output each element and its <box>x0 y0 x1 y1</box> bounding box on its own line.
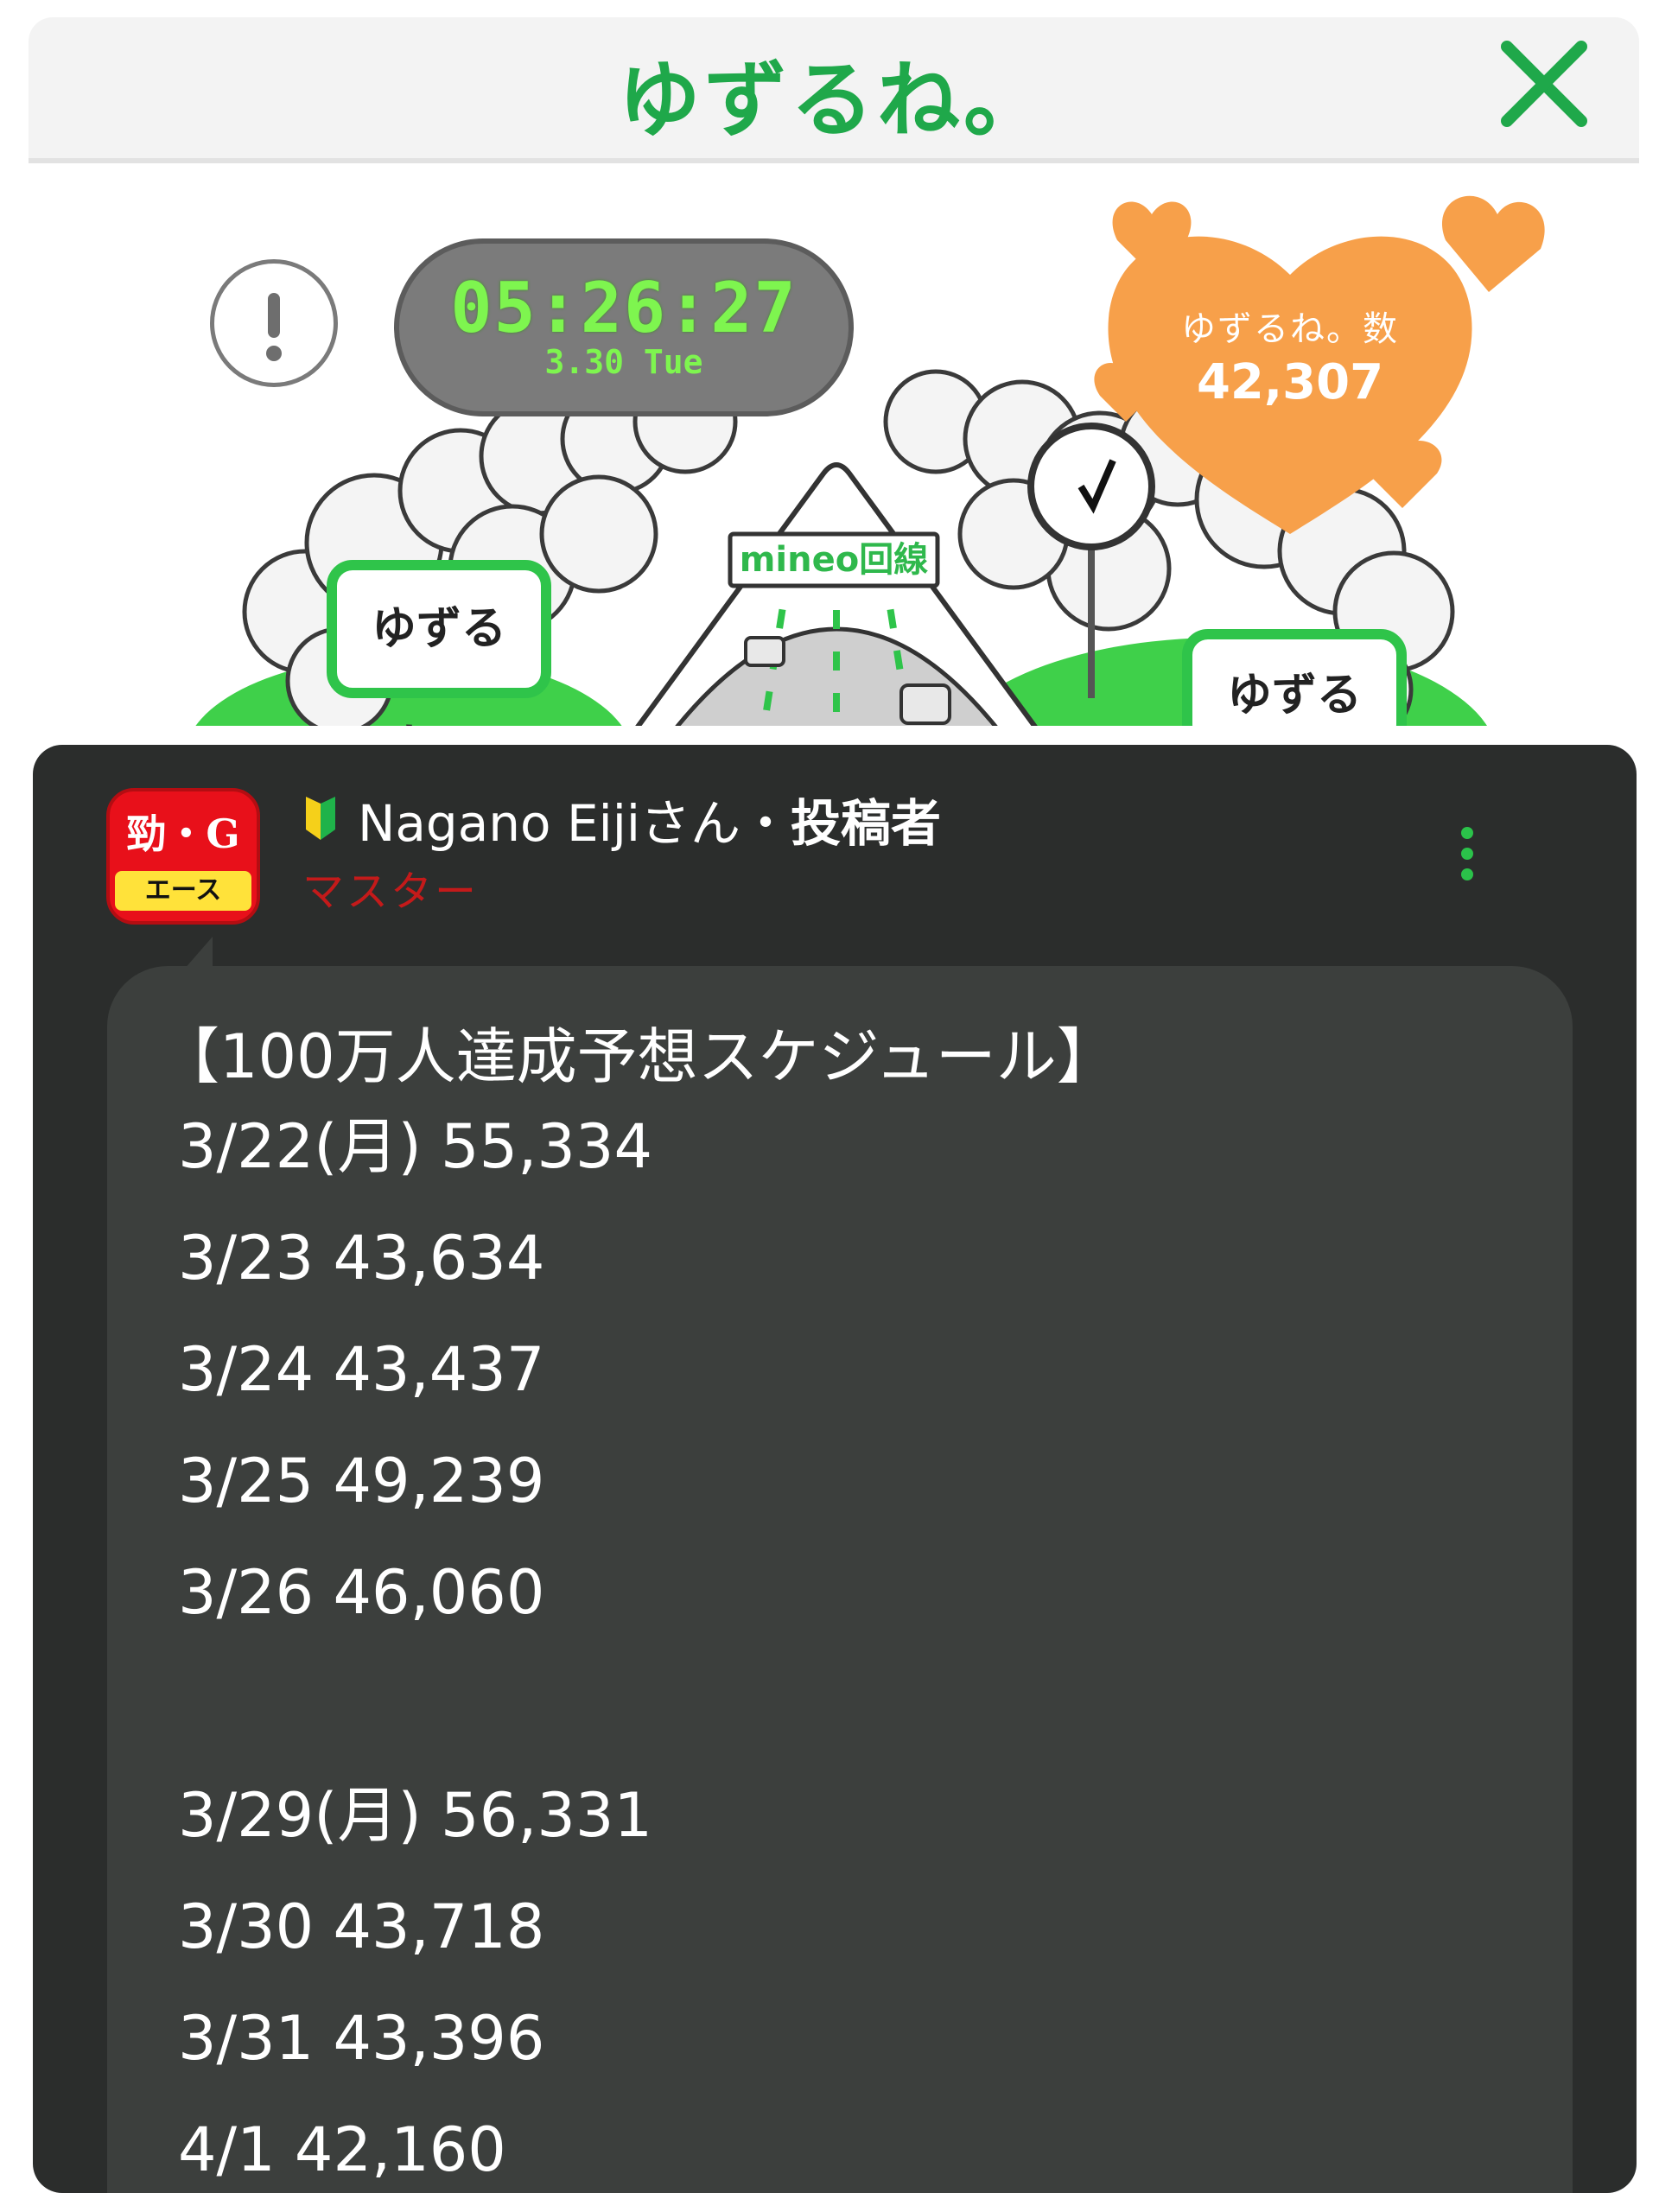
app-title: ゆずるね。 <box>618 52 1050 149</box>
app-header: ゆずるね。 <box>29 17 1639 163</box>
avatar[interactable]: 勁・G エース <box>106 788 260 925</box>
post-card: 勁・G エース Nagano Eijiさん・投稿者 マスター 【100万人達成予… <box>33 745 1637 2193</box>
post-line: 3/22(月) 55,334 <box>178 1111 652 1182</box>
app-panel: ゆずるね。 05:26:27 3.30 Tue ゆずるね。数 42,307 mi… <box>29 17 1639 726</box>
count-value: 42,307 <box>1196 354 1384 410</box>
mineo-sign: mineo回線 <box>739 540 929 580</box>
post-line: 3/23 43,634 <box>178 1223 545 1294</box>
post-line: 3/29(月) 56,331 <box>178 1780 652 1851</box>
more-options-icon[interactable] <box>1459 827 1476 887</box>
post-line: 3/31 43,396 <box>178 2003 545 2074</box>
author-line[interactable]: Nagano Eijiさん・投稿者 <box>358 783 941 855</box>
count-label: ゆずるね。数 <box>1181 309 1399 349</box>
post-line: 3/30 43,718 <box>178 1891 545 1962</box>
post-title: 【100万人達成予想スケジュール】 <box>159 1021 1117 1092</box>
close-icon[interactable] <box>1497 36 1592 131</box>
author-role: 投稿者 <box>790 794 941 853</box>
avatar-mark: 勁・G <box>126 810 240 857</box>
avatar-band: エース <box>115 871 251 911</box>
post-line: 4/1 42,160 <box>178 2114 506 2185</box>
post-line <box>178 1669 652 1781</box>
post-line: 3/26 46,060 <box>178 1557 545 1628</box>
beginner-mark-icon <box>306 797 335 840</box>
clock-date: 3.30 Tue <box>544 343 703 381</box>
author-rank: マスター <box>302 868 480 916</box>
author-name: Nagano Eijiさん・ <box>358 794 791 853</box>
post-lines: 3/22(月) 55,334 3/23 43,634 3/24 43,437 3… <box>178 1112 652 2193</box>
game-scene: 05:26:27 3.30 Tue ゆずるね。数 42,307 mineo回線 … <box>29 162 1639 726</box>
exclamation-icon[interactable] <box>210 259 338 387</box>
post-line: 3/25 49,239 <box>178 1446 545 1516</box>
clock-time: 05:26:27 <box>450 268 798 348</box>
yuzurune-bubble-right: ゆずるね。 <box>1182 629 1407 726</box>
digital-clock: 05:26:27 3.30 Tue <box>394 238 854 416</box>
yuzurune-bubble-left: ゆずるね。 <box>327 560 551 726</box>
post-line: 3/24 43,437 <box>178 1334 545 1405</box>
